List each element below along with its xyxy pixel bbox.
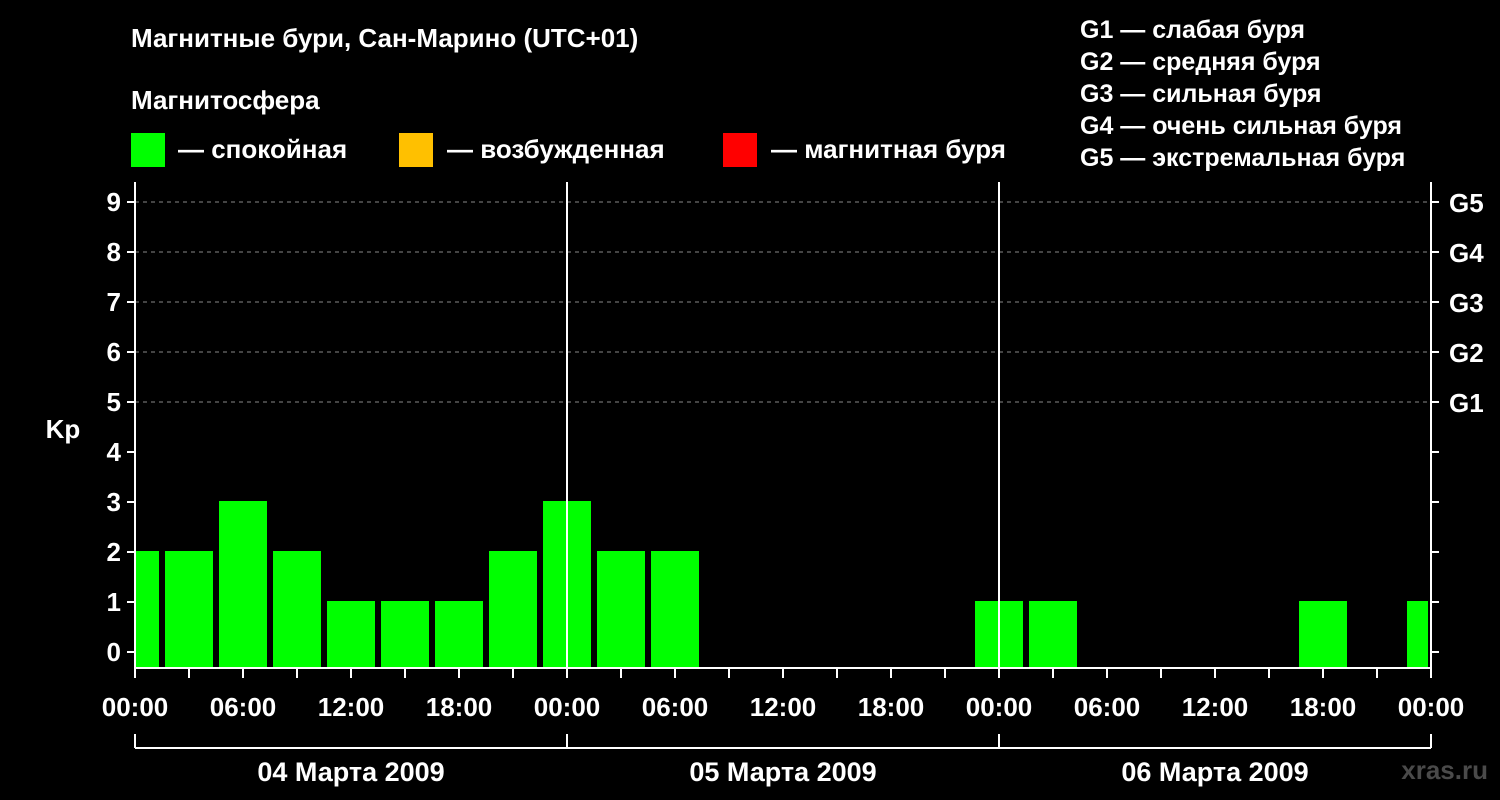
x-tick-label: 12:00 xyxy=(750,692,817,722)
x-tick-label: 00:00 xyxy=(102,692,169,722)
y-tick-label: 8 xyxy=(107,237,121,267)
y-tick-label: 4 xyxy=(107,437,122,467)
y-tick-label: 0 xyxy=(107,637,121,667)
x-tick-label: 18:00 xyxy=(858,692,925,722)
x-tick-label: 18:00 xyxy=(1290,692,1357,722)
y-tick-label: 9 xyxy=(107,187,121,217)
x-tick-label: 00:00 xyxy=(534,692,601,722)
bar xyxy=(381,601,429,667)
kp-chart: 0 1 2 3 4 5 6 7 8 9 G1 G2 G3 G4 G5 Kp 00:00 06:00 12:00 18:… xyxy=(46,182,1484,787)
y-tick-label: 1 xyxy=(107,587,121,617)
bar xyxy=(651,551,699,667)
y-tick-label: 6 xyxy=(107,337,121,367)
storm-level-label: G2 xyxy=(1449,338,1484,368)
bar xyxy=(136,551,159,667)
bar xyxy=(273,551,321,667)
x-tick-label: 12:00 xyxy=(318,692,385,722)
watermark: xras.ru xyxy=(1401,755,1488,785)
y-tick-label: 3 xyxy=(107,487,121,517)
bar xyxy=(435,601,483,667)
x-tick-label: 18:00 xyxy=(426,692,493,722)
storm-level-label: G5 xyxy=(1449,188,1484,218)
storm-level-label: G4 xyxy=(1449,238,1484,268)
y-tick-label: 2 xyxy=(107,537,121,567)
x-tick-label: 00:00 xyxy=(966,692,1033,722)
x-tick-label: 06:00 xyxy=(642,692,709,722)
bar xyxy=(597,551,645,667)
bar xyxy=(1407,601,1428,667)
y-tick-label: 5 xyxy=(107,387,121,417)
x-tick-label: 06:00 xyxy=(1074,692,1141,722)
y-tick-label: 7 xyxy=(107,287,121,317)
bar xyxy=(165,551,213,667)
bar xyxy=(327,601,375,667)
bar xyxy=(1029,601,1077,667)
day-label: 06 Марта 2009 xyxy=(1121,757,1308,787)
x-tick-label: 00:00 xyxy=(1398,692,1465,722)
bar xyxy=(1299,601,1347,667)
bar xyxy=(489,551,537,667)
day-label: 05 Марта 2009 xyxy=(689,757,876,787)
x-tick-label: 12:00 xyxy=(1182,692,1249,722)
y-axis-label: Kp xyxy=(46,414,81,444)
day-label: 04 Марта 2009 xyxy=(257,757,444,787)
storm-level-label: G1 xyxy=(1449,388,1484,418)
storm-level-label: G3 xyxy=(1449,288,1484,318)
bar xyxy=(219,501,267,667)
x-tick-label: 06:00 xyxy=(210,692,277,722)
